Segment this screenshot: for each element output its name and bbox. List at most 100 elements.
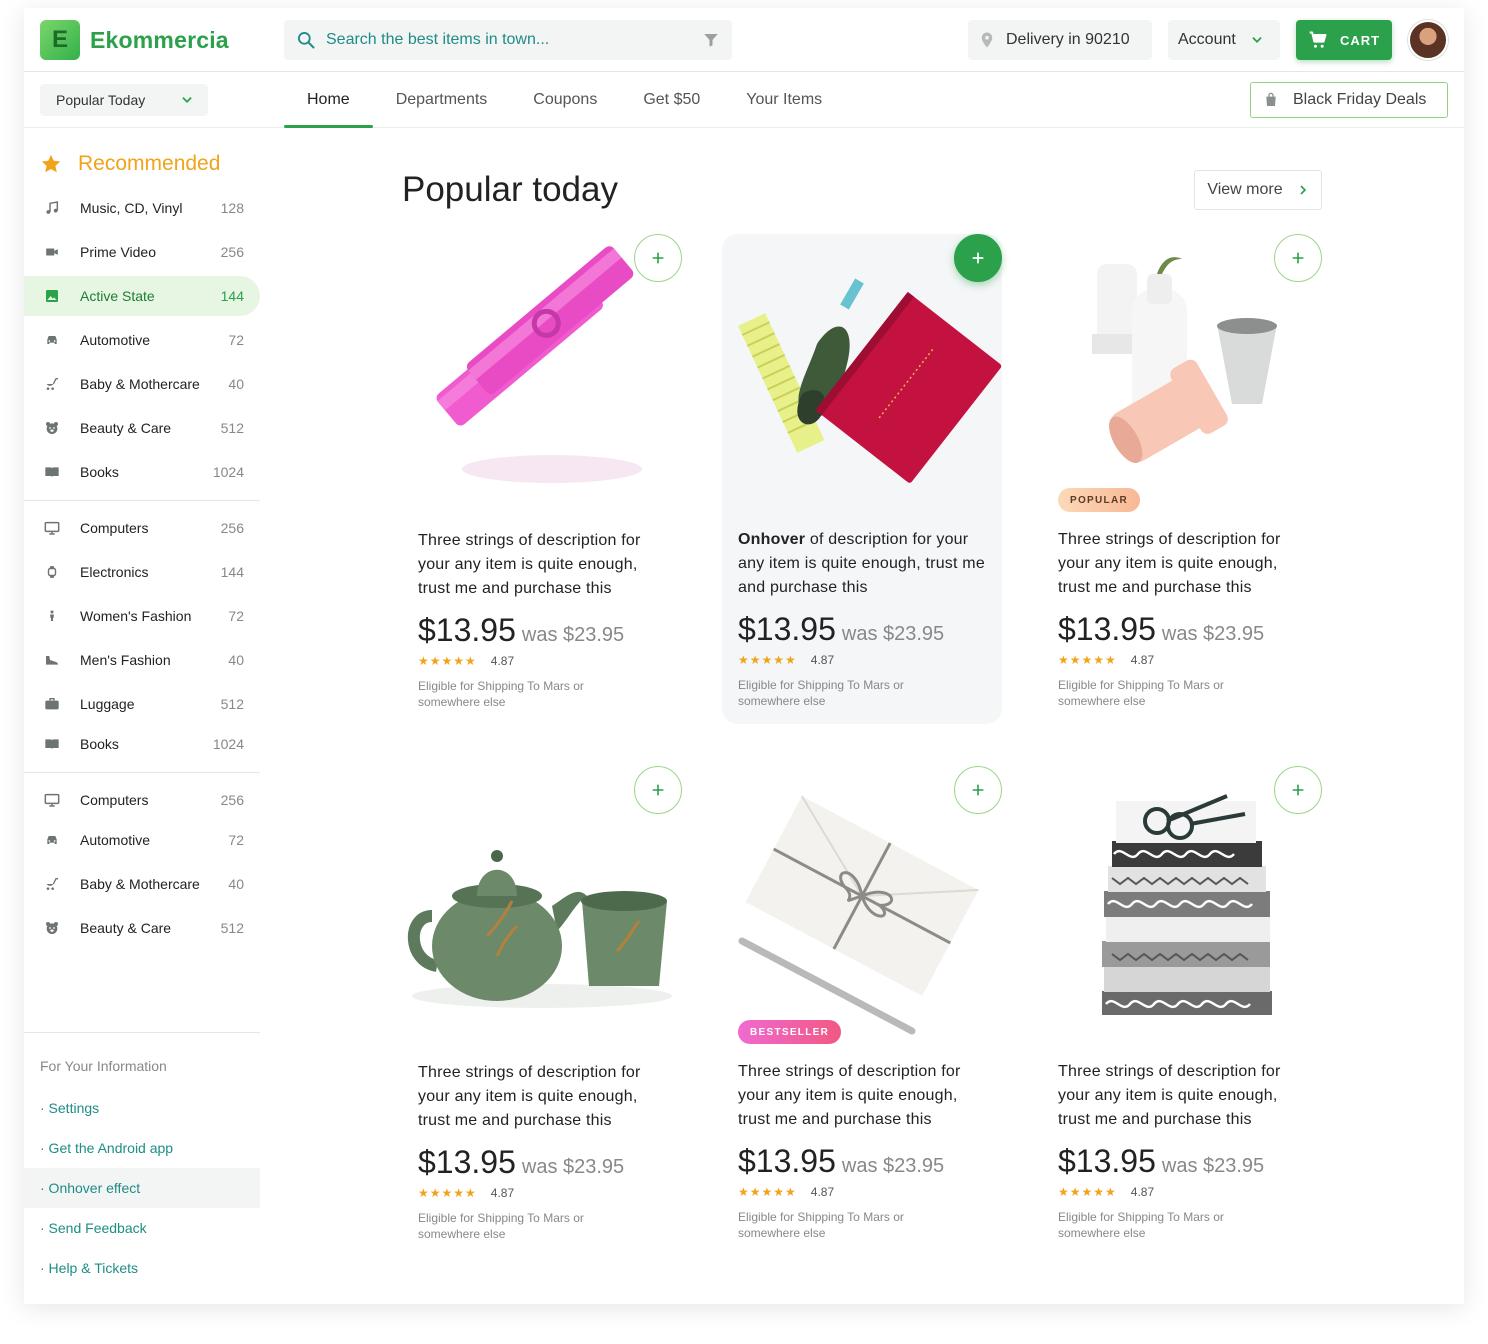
image-icon (40, 284, 64, 308)
filter-icon[interactable] (702, 31, 720, 49)
cart-button[interactable]: CART (1296, 20, 1392, 60)
product-card[interactable]: BESTSELLER Three strings of description … (722, 766, 1002, 1256)
old-price: was $23.95 (1161, 623, 1265, 645)
fyi-link-onhover[interactable]: · Onhover effect (24, 1168, 260, 1208)
sidebar-item-books[interactable]: Books 1024 (24, 452, 260, 492)
sidebar-item-music[interactable]: Music, CD, Vinyl 128 (24, 188, 260, 228)
briefcase-icon (40, 692, 64, 716)
sidebar-item-label: Beauty & Care (80, 420, 172, 436)
product-image-notebook[interactable] (722, 234, 1002, 514)
star-icon (41, 154, 61, 173)
sidebar-item-active-state[interactable]: Active State 144 (24, 276, 260, 316)
cart-label: CART (1339, 32, 1381, 48)
sidebar-item-count: 144 (220, 288, 244, 304)
sidebar-item-label: Automotive (80, 332, 151, 348)
fyi-link-android-app[interactable]: · Get the Android app (24, 1128, 260, 1168)
sidebar-item-beauty[interactable]: Beauty & Care 512 (24, 408, 260, 448)
tab-your-items[interactable]: Your Items (723, 72, 845, 128)
rating-value: 4.87 (810, 653, 835, 667)
bear-face-icon (40, 416, 64, 440)
sidebar-item-label: Men's Fashion (80, 652, 171, 668)
sidebar-item-label: Music, CD, Vinyl (80, 200, 183, 216)
product-image-vases[interactable] (1042, 234, 1322, 514)
product-image-clothespins[interactable] (402, 234, 682, 514)
sidebar-item-baby[interactable]: Baby & Mothercare 40 (24, 364, 260, 404)
sidebar-item-automotive[interactable]: Automotive 72 (24, 320, 260, 360)
tab-get-50[interactable]: Get $50 (620, 72, 723, 128)
sidebar-item-count: 144 (220, 564, 244, 580)
add-to-cart-button[interactable] (634, 766, 682, 814)
view-more-button[interactable]: View more (1194, 170, 1322, 210)
add-to-cart-button[interactable] (634, 234, 682, 282)
car-icon (40, 328, 64, 352)
woman-icon (40, 604, 64, 628)
user-avatar[interactable] (1408, 20, 1448, 60)
delivery-location-button[interactable]: Delivery in 90210 (968, 20, 1152, 60)
shipping-note: Eligible for Shipping To Mars or somewhe… (1058, 678, 1224, 708)
product-image-envelope[interactable] (722, 766, 1002, 1046)
sidebar-item-automotive-2[interactable]: Automotive 72 (24, 820, 260, 860)
add-to-cart-button[interactable] (1274, 766, 1322, 814)
popular-today-select[interactable]: Popular Today (40, 84, 208, 116)
product-description: Three strings of description for your an… (1058, 1060, 1308, 1132)
desc-text: Three strings of description for your an… (1058, 531, 1281, 596)
sidebar-item-count: 256 (220, 520, 244, 536)
sidebar-item-luggage[interactable]: Luggage 512 (24, 684, 260, 724)
add-to-cart-button[interactable] (954, 766, 1002, 814)
recommended-heading[interactable]: Recommended (40, 152, 220, 176)
add-to-cart-button[interactable] (1274, 234, 1322, 282)
product-image-fabric-stack[interactable] (1042, 766, 1322, 1046)
rating: ★★★★★ 4.87 (1058, 653, 1154, 667)
product-image-teapot[interactable] (402, 766, 682, 1046)
product-card[interactable]: Three strings of description for your an… (1042, 766, 1322, 1256)
old-price: was $23.95 (841, 1155, 945, 1177)
sidebar-item-count: 256 (220, 244, 244, 260)
plus-icon (1292, 784, 1304, 796)
current-price: $13.95 (738, 611, 836, 647)
sidebar: Recommended Music, CD, Vinyl 128 Prime V… (24, 128, 260, 1304)
sidebar-item-electronics[interactable]: Electronics 144 (24, 552, 260, 592)
sidebar-item-computers[interactable]: Computers 256 (24, 508, 260, 548)
sidebar-item-mens-fashion[interactable]: Men's Fashion 40 (24, 640, 260, 680)
product-card[interactable]: POPULAR Three strings of description for… (1042, 234, 1322, 724)
app-window: E Ekommercia Delivery in 90210 Account C… (24, 8, 1464, 1304)
brand-name: Ekommercia (90, 26, 229, 53)
sidebar-item-womens-fashion[interactable]: Women's Fashion 72 (24, 596, 260, 636)
tab-home[interactable]: Home (284, 72, 373, 128)
sidebar-item-count: 40 (228, 876, 244, 892)
tab-coupons[interactable]: Coupons (510, 72, 620, 128)
fyi-link-settings[interactable]: · Settings (24, 1088, 260, 1128)
sidebar-item-computers-2[interactable]: Computers 256 (24, 780, 260, 820)
logo[interactable]: E Ekommercia (40, 20, 229, 60)
sidebar-item-label: Baby & Mothercare (80, 876, 200, 892)
shipping-note: Eligible for Shipping To Mars or somewhe… (418, 679, 584, 709)
sidebar-item-baby-2[interactable]: Baby & Mothercare 40 (24, 864, 260, 904)
sidebar-item-prime-video[interactable]: Prime Video 256 (24, 232, 260, 272)
sidebar-item-count: 128 (220, 200, 244, 216)
sidebar-divider (24, 1032, 260, 1033)
stroller-icon (40, 872, 64, 896)
car-icon (40, 828, 64, 852)
music-note-icon (40, 196, 64, 220)
account-dropdown[interactable]: Account (1168, 20, 1280, 60)
search-bar[interactable] (284, 20, 732, 60)
fyi-link-help[interactable]: · Help & Tickets (24, 1248, 260, 1288)
fyi-link-feedback[interactable]: · Send Feedback (24, 1208, 260, 1248)
popular-badge: POPULAR (1058, 488, 1140, 512)
rating: ★★★★★ 4.87 (418, 1186, 514, 1200)
rating-value: 4.87 (810, 1185, 835, 1199)
search-input[interactable] (326, 31, 702, 49)
shipping-note: Eligible for Shipping To Mars or somewhe… (1058, 1210, 1224, 1240)
product-card[interactable]: Three strings of description for your an… (402, 234, 682, 724)
star-rating-icon: ★★★★★ (738, 1185, 797, 1199)
product-card-hover[interactable]: Onhover of description for your any item… (722, 234, 1002, 724)
star-rating-icon: ★★★★★ (738, 653, 797, 667)
sidebar-item-beauty-2[interactable]: Beauty & Care 512 (24, 908, 260, 948)
add-to-cart-button[interactable] (954, 234, 1002, 282)
product-card[interactable]: Three strings of description for your an… (402, 766, 682, 1256)
black-friday-deals-button[interactable]: Black Friday Deals (1250, 82, 1448, 118)
rating: ★★★★★ 4.87 (418, 654, 514, 668)
tab-departments[interactable]: Departments (373, 72, 511, 128)
sidebar-item-books-2[interactable]: Books 1024 (24, 724, 260, 764)
star-rating-icon: ★★★★★ (1058, 1185, 1117, 1199)
